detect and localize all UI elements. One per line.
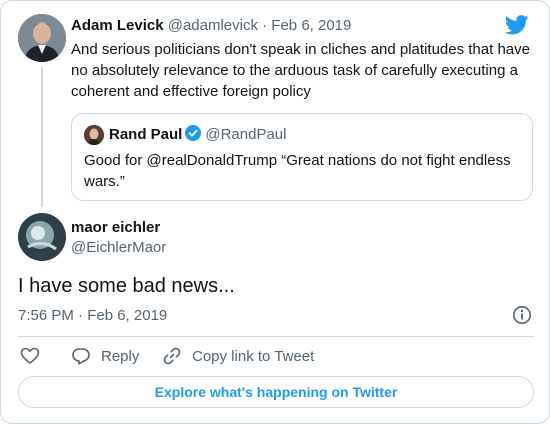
embedded-tweet-card: Adam Levick @adamlevick · Feb 6, 2019 An… (0, 0, 550, 424)
thread-connector-line (41, 67, 43, 207)
tweet-author-avatar[interactable] (18, 213, 66, 261)
quote-author-avatar (84, 125, 104, 145)
divider (18, 336, 534, 337)
tweet-timestamp[interactable]: 7:56 PM · Feb 6, 2019 (18, 306, 167, 326)
parent-author-name[interactable]: Adam Levick (71, 17, 164, 34)
copy-link-label: Copy link to Tweet (192, 347, 315, 365)
parent-author-avatar[interactable] (18, 14, 66, 62)
copy-link-button[interactable]: Copy link to Tweet (162, 345, 314, 367)
like-button[interactable] (20, 345, 40, 367)
quote-header: Rand Paul @RandPaul (109, 125, 286, 145)
twitter-bird-icon[interactable] (505, 15, 529, 35)
quote-author-name: Rand Paul (109, 126, 183, 143)
tweet-author-handle[interactable]: @EichlerMaor (71, 238, 166, 258)
tweet-author-name[interactable]: maor eichler (71, 218, 160, 238)
reply-icon (72, 348, 90, 365)
parent-tweet-text: And serious politicians don't speak in c… (71, 41, 530, 100)
reply-label: Reply (101, 347, 140, 365)
info-icon[interactable] (512, 305, 532, 325)
link-icon (163, 347, 181, 365)
reply-button[interactable]: Reply (71, 345, 139, 367)
tweet-text: I have some bad news... (18, 275, 235, 297)
heart-icon (20, 347, 40, 364)
quoted-tweet[interactable]: Rand Paul @RandPaul Good for @realDonald… (71, 113, 533, 201)
quoted-tweet-text: Good for @realDonaldTrump “Great nations… (84, 152, 511, 190)
explore-twitter-button[interactable]: Explore what's happening on Twitter (18, 376, 534, 408)
parent-header: Adam Levick @adamlevick · Feb 6, 2019 (71, 16, 351, 36)
verified-badge-icon (185, 125, 202, 141)
parent-author-meta[interactable]: @adamlevick · Feb 6, 2019 (168, 17, 352, 34)
quote-author-handle: @RandPaul (205, 126, 287, 143)
